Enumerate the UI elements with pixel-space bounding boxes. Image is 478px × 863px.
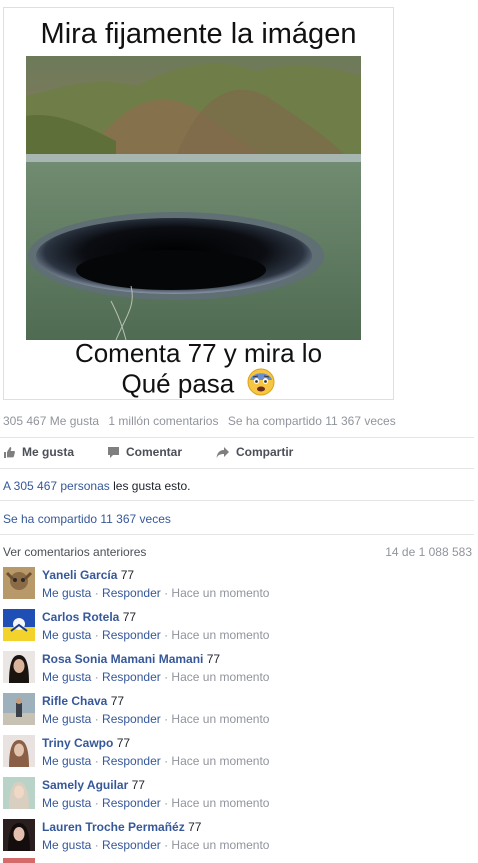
- caption-line-1: Comenta 77 y mira lo: [74, 338, 323, 368]
- comments-count[interactable]: 1 millón comentarios: [108, 414, 218, 428]
- comment-item: Samely Aguilar 77 Me gusta · Responder ·…: [3, 777, 473, 815]
- comment-timestamp[interactable]: Hace un momento: [171, 586, 269, 600]
- share-label: Compartir: [236, 445, 294, 459]
- commenter-name[interactable]: Rifle Chava: [42, 694, 107, 708]
- comment-timestamp[interactable]: Hace un momento: [171, 712, 269, 726]
- comment-text: 77: [110, 694, 125, 708]
- comment-like-link[interactable]: Me gusta: [42, 754, 91, 768]
- comment-text: 77: [122, 610, 137, 624]
- avatar[interactable]: [3, 609, 35, 641]
- comment-timestamp[interactable]: Hace un momento: [171, 796, 269, 810]
- comment-like-link[interactable]: Me gusta: [42, 628, 91, 642]
- avatar[interactable]: [3, 693, 35, 725]
- divider: [0, 437, 474, 438]
- comment-text: 77: [116, 736, 131, 750]
- avatar[interactable]: [3, 735, 35, 767]
- likes-summary-link[interactable]: A 305 467 personas: [3, 479, 110, 493]
- fearful-face-emoji-icon: [247, 368, 275, 403]
- comment-timestamp[interactable]: Hace un momento: [171, 628, 269, 642]
- divider: [0, 534, 474, 535]
- comment-reply-link[interactable]: Responder: [102, 838, 161, 852]
- comment-text: 77: [131, 778, 145, 792]
- comments-pager-count: 14 de 1 088 583: [385, 545, 472, 559]
- avatar[interactable]: [3, 858, 35, 863]
- comment-like-link[interactable]: Me gusta: [42, 796, 91, 810]
- comment-timestamp[interactable]: Hace un momento: [171, 754, 269, 768]
- avatar[interactable]: [3, 651, 35, 683]
- thumbs-up-icon: [3, 446, 16, 459]
- comment-reply-link[interactable]: Responder: [102, 796, 161, 810]
- share-button[interactable]: Compartir: [216, 445, 293, 459]
- post-stats: 305 467 Me gusta 1 millón comentarios Se…: [3, 414, 402, 428]
- shares-summary-link[interactable]: Se ha compartido 11 367 veces: [3, 512, 171, 526]
- avatar[interactable]: [3, 819, 35, 851]
- comment-item: Lauren Troche Permañéz 77 Me gusta · Res…: [3, 819, 473, 857]
- comment-text: 77: [188, 820, 202, 834]
- commenter-name[interactable]: Yaneli García: [42, 568, 117, 582]
- comment-like-link[interactable]: Me gusta: [42, 838, 91, 852]
- comment-button[interactable]: Comentar: [107, 445, 182, 459]
- avatar[interactable]: [3, 777, 35, 809]
- lake-whirlpool-photo: [26, 56, 361, 340]
- comment-timestamp[interactable]: Hace un momento: [171, 838, 269, 852]
- comment-reply-link[interactable]: Responder: [102, 586, 161, 600]
- image-title: Mira fijamente la imágen: [40, 18, 357, 50]
- shares-count[interactable]: Se ha compartido 11 367 veces: [228, 414, 396, 428]
- action-bar: Me gusta Comentar Compartir: [0, 440, 474, 466]
- comment-like-link[interactable]: Me gusta: [42, 586, 91, 600]
- comment-bubble-icon: [107, 446, 120, 459]
- divider: [0, 468, 474, 469]
- caption-line-2-text: Qué pasa: [121, 368, 235, 399]
- shares-summary: Se ha compartido 11 367 veces: [3, 512, 171, 526]
- likes-count[interactable]: 305 467 Me gusta: [3, 414, 99, 428]
- comment-text: 77: [206, 652, 221, 666]
- comment-item: Triny Cawpo 77 Me gusta · Responder · Ha…: [3, 735, 473, 773]
- avatar[interactable]: [3, 567, 35, 599]
- comment-reply-link[interactable]: Responder: [102, 670, 161, 684]
- comment-item: Rifle Chava 77 Me gusta · Responder · Ha…: [3, 693, 473, 731]
- commenter-name[interactable]: Carlos Rotela: [42, 610, 119, 624]
- comment-label: Comentar: [126, 445, 183, 459]
- comment-item: Carlos Rotela 77 Me gusta · Responder · …: [3, 609, 473, 647]
- like-label: Me gusta: [22, 445, 75, 459]
- comment-like-link[interactable]: Me gusta: [42, 712, 91, 726]
- commenter-name[interactable]: Lauren Troche Permañéz: [42, 820, 185, 834]
- divider: [0, 500, 474, 501]
- comment-reply-link[interactable]: Responder: [102, 628, 161, 642]
- comment-reply-link[interactable]: Responder: [102, 712, 161, 726]
- comment-timestamp[interactable]: Hace un momento: [171, 670, 269, 684]
- comment-item: Yaneli García 77 Me gusta · Responder · …: [3, 567, 473, 605]
- comment-item: Rosa Sonia Mamani Mamani 77 Me gusta · R…: [3, 651, 473, 689]
- commenter-name[interactable]: Rosa Sonia Mamani Mamani: [42, 652, 203, 666]
- commenter-name[interactable]: Samely Aguilar: [42, 778, 128, 792]
- share-arrow-icon: [216, 446, 230, 459]
- like-button[interactable]: Me gusta: [3, 445, 74, 459]
- comment-text: 77: [120, 568, 135, 582]
- likes-summary-tail: les gusta esto.: [109, 479, 191, 493]
- likes-summary: A 305 467 personas les gusta esto.: [3, 479, 190, 493]
- commenter-name[interactable]: Triny Cawpo: [42, 736, 113, 750]
- post-image[interactable]: Mira fijamente la imágen Comenta 77 y mi…: [3, 7, 394, 400]
- caption-line-2: Qué pasa: [4, 368, 393, 403]
- view-previous-comments-link[interactable]: Ver comentarios anteriores: [3, 545, 146, 559]
- comment-reply-link[interactable]: Responder: [102, 754, 161, 768]
- comment-like-link[interactable]: Me gusta: [42, 670, 91, 684]
